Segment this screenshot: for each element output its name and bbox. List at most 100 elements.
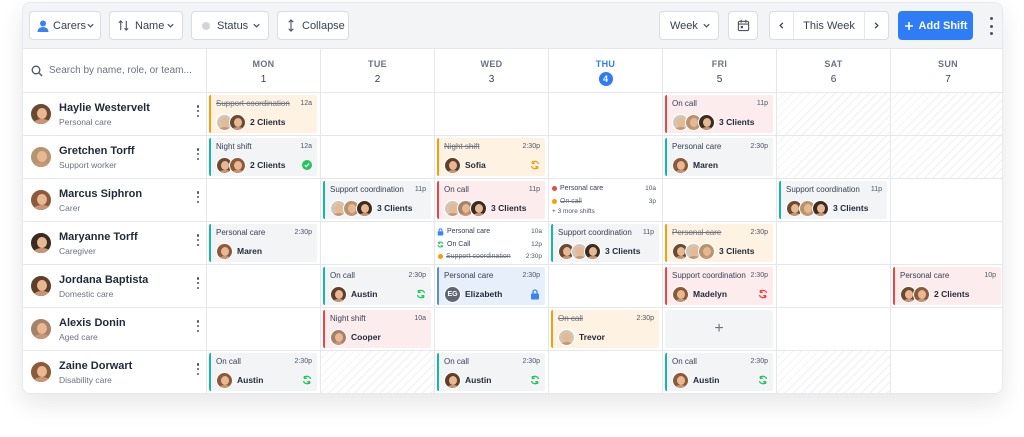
shift-card[interactable]: Support coordination 12a 2 Clients xyxy=(209,95,317,133)
schedule-cell[interactable] xyxy=(891,351,1002,393)
schedule-cell[interactable]: + xyxy=(663,308,777,351)
shift-card[interactable]: Support coordination 11p 3 Clients xyxy=(323,181,431,219)
schedule-cell[interactable] xyxy=(891,136,1002,179)
schedule-cell[interactable] xyxy=(321,136,435,179)
compact-shift-item[interactable]: Personal care 10a xyxy=(551,183,659,194)
schedule-cell[interactable]: On call 11p 3 Clients xyxy=(663,93,777,136)
carer-row-label[interactable]: Zaine Dorwart Disability care xyxy=(23,351,207,393)
add-shift-button[interactable]: Add Shift xyxy=(898,11,973,40)
shift-card[interactable]: Personal care 2:30p Maren xyxy=(209,224,317,262)
schedule-cell[interactable]: Support coordination 2:30p Madelyn xyxy=(663,265,777,308)
schedule-cell[interactable] xyxy=(435,308,549,351)
schedule-cell[interactable] xyxy=(549,351,663,393)
schedule-cell[interactable]: On call 11p 3 Clients xyxy=(435,179,549,222)
collapse-button[interactable]: Collapse xyxy=(277,11,349,40)
schedule-cell[interactable] xyxy=(777,351,891,393)
schedule-cell[interactable]: On call 2:30p Austin xyxy=(321,265,435,308)
more-shifts-link[interactable]: + 3 more shifts xyxy=(552,208,595,215)
day-header-fri[interactable]: FRI 5 xyxy=(663,49,777,93)
schedule-cell[interactable]: Support coordination 12a 2 Clients xyxy=(207,93,321,136)
schedule-cell[interactable] xyxy=(777,265,891,308)
schedule-cell[interactable] xyxy=(549,265,663,308)
carer-row-label[interactable]: Haylie Westervelt Personal care xyxy=(23,93,207,136)
compact-shift-item[interactable]: Support coordination 2:30p xyxy=(437,251,545,262)
shift-card[interactable]: Personal care 2:30p Maren xyxy=(665,138,773,176)
compact-shift-item[interactable]: On call 3p xyxy=(551,196,659,207)
schedule-cell[interactable] xyxy=(891,179,1002,222)
day-header-wed[interactable]: WED 3 xyxy=(435,49,549,93)
schedule-cell[interactable]: Personal care 2:30p 3 Clients xyxy=(663,222,777,265)
schedule-cell[interactable] xyxy=(435,93,549,136)
shift-card[interactable]: On call 2:30p Austin xyxy=(209,353,317,391)
shift-card[interactable]: Personal care 2:30p 3 Clients xyxy=(665,224,773,262)
shift-card[interactable]: On call 11p 3 Clients xyxy=(437,181,545,219)
schedule-cell[interactable]: Personal care 2:30p EG Elizabeth xyxy=(435,265,549,308)
schedule-cell[interactable]: On call 2:30p Austin xyxy=(435,351,549,393)
schedule-cell[interactable]: Personal care 10a On Call 12p Support coordi… xyxy=(435,222,549,265)
schedule-cell[interactable] xyxy=(891,222,1002,265)
schedule-cell[interactable] xyxy=(549,136,663,179)
next-week-button[interactable] xyxy=(864,12,888,39)
schedule-cell[interactable] xyxy=(207,179,321,222)
shift-card[interactable]: On call 2:30p Austin xyxy=(323,267,431,305)
schedule-cell[interactable] xyxy=(549,93,663,136)
schedule-cell[interactable] xyxy=(891,93,1002,136)
status-filter-button[interactable]: Status xyxy=(191,11,269,40)
schedule-cell[interactable]: Support coordination 11p 3 Clients xyxy=(777,179,891,222)
day-header-thu[interactable]: THU 4 xyxy=(549,49,663,93)
schedule-cell[interactable] xyxy=(777,222,891,265)
row-menu-icon[interactable] xyxy=(196,277,200,289)
view-select[interactable]: Week xyxy=(659,11,719,40)
schedule-cell[interactable] xyxy=(777,93,891,136)
schedule-cell[interactable]: Personal care 10a On call 3p + 3 more shifts xyxy=(549,179,663,222)
row-menu-icon[interactable] xyxy=(196,148,200,160)
schedule-cell[interactable] xyxy=(207,308,321,351)
row-menu-icon[interactable] xyxy=(196,105,200,117)
day-header-sat[interactable]: SAT 6 xyxy=(777,49,891,93)
schedule-cell[interactable]: Personal care 10p 2 Clients xyxy=(891,265,1002,308)
row-menu-icon[interactable] xyxy=(196,320,200,332)
schedule-cell[interactable]: Night shift 12a 2 Clients xyxy=(207,136,321,179)
schedule-cell[interactable] xyxy=(777,308,891,351)
shift-card[interactable]: On call 2:30p Trevor xyxy=(551,310,659,348)
shift-card[interactable]: Support coordination 11p 3 Clients xyxy=(779,181,887,219)
schedule-cell[interactable] xyxy=(321,93,435,136)
carers-filter-button[interactable]: Carers xyxy=(29,11,101,40)
shift-card[interactable]: Personal care 10p 2 Clients xyxy=(893,267,1001,305)
shift-card[interactable]: Support coordination 2:30p Madelyn xyxy=(665,267,773,305)
carer-row-label[interactable]: Maryanne Torff Caregiver xyxy=(23,222,207,265)
schedule-cell[interactable]: On call 2:30p Austin xyxy=(207,351,321,393)
carer-row-label[interactable]: Alexis Donin Aged care xyxy=(23,308,207,351)
shift-card[interactable]: On call 11p 3 Clients xyxy=(665,95,773,133)
prev-week-button[interactable] xyxy=(770,12,794,39)
schedule-cell[interactable]: On call 2:30p Austin xyxy=(663,351,777,393)
schedule-cell[interactable] xyxy=(207,265,321,308)
schedule-cell[interactable]: Personal care 2:30p Maren xyxy=(663,136,777,179)
carer-row-label[interactable]: Marcus Siphron Carer xyxy=(23,179,207,222)
row-menu-icon[interactable] xyxy=(196,363,200,375)
shift-card[interactable]: On call 2:30p Austin xyxy=(437,353,545,391)
day-header-sun[interactable]: SUN 7 xyxy=(891,49,1002,93)
schedule-cell[interactable] xyxy=(321,351,435,393)
add-shift-cell-button[interactable]: + xyxy=(665,310,773,348)
shift-card[interactable]: Personal care 2:30p EG Elizabeth xyxy=(437,267,545,305)
shift-card[interactable]: Night shift 10a Cooper xyxy=(323,310,431,348)
schedule-cell[interactable] xyxy=(663,179,777,222)
schedule-cell[interactable]: Support coordination 11p 3 Clients xyxy=(321,179,435,222)
more-options-icon[interactable] xyxy=(987,17,995,35)
search-input[interactable] xyxy=(49,65,199,76)
schedule-cell[interactable]: Personal care 2:30p Maren xyxy=(207,222,321,265)
compact-shift-item[interactable]: Personal care 10a xyxy=(437,226,545,237)
day-header-mon[interactable]: MON 1 xyxy=(207,49,321,93)
schedule-cell[interactable]: On call 2:30p Trevor xyxy=(549,308,663,351)
day-header-tue[interactable]: TUE 2 xyxy=(321,49,435,93)
schedule-cell[interactable]: Night shift 10a Cooper xyxy=(321,308,435,351)
carer-row-label[interactable]: Gretchen Torff Support worker xyxy=(23,136,207,179)
shift-card[interactable]: Night shift 12a 2 Clients xyxy=(209,138,317,176)
row-menu-icon[interactable] xyxy=(196,191,200,203)
shift-card[interactable]: On call 2:30p Austin xyxy=(665,353,773,391)
sort-name-button[interactable]: Name xyxy=(109,11,183,40)
schedule-cell[interactable]: Night shift 2:30p Sofia xyxy=(435,136,549,179)
calendar-button[interactable] xyxy=(728,11,758,40)
row-menu-icon[interactable] xyxy=(196,234,200,246)
